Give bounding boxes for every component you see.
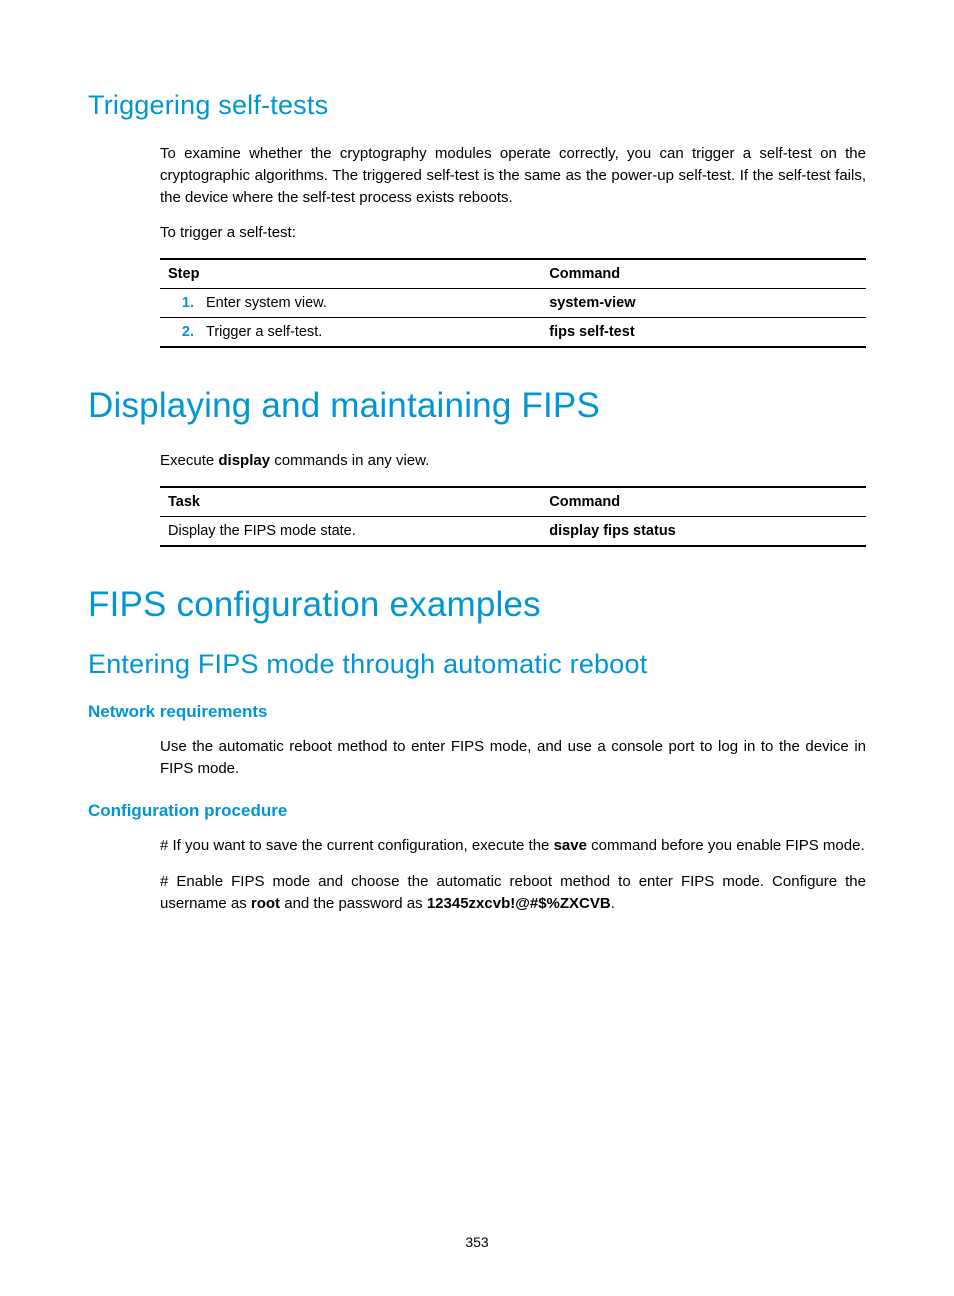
step-number: 1. [168, 295, 194, 311]
heading-network-requirements: Network requirements [88, 702, 866, 722]
table-display-fips: Task Command Display the FIPS mode state… [160, 486, 866, 547]
table-trigger-selftest: Step Command 1. Enter system view. system… [160, 258, 866, 348]
text-bold: 12345zxcvb!@#$%ZXCVB [427, 895, 611, 912]
text-fragment: # If you want to save the current config… [160, 837, 554, 854]
table-cell-command: display fips status [541, 516, 866, 546]
text-fragment: . [611, 895, 615, 912]
table-row: 1. Enter system view. system-view [160, 289, 866, 318]
table-header-task: Task [160, 487, 541, 517]
heading-entering-fips-auto-reboot: Entering FIPS mode through automatic reb… [88, 649, 866, 680]
heading-fips-config-examples: FIPS configuration examples [88, 585, 866, 625]
table-header-command: Command [541, 259, 866, 289]
paragraph: # If you want to save the current config… [160, 835, 866, 857]
text-fragment: Execute [160, 452, 218, 469]
paragraph: # Enable FIPS mode and choose the automa… [160, 871, 866, 915]
step-text: Trigger a self-test. [206, 324, 322, 340]
heading-triggering-self-tests: Triggering self-tests [88, 90, 866, 121]
paragraph: Use the automatic reboot method to enter… [160, 736, 866, 780]
table-header-row: Step Command [160, 259, 866, 289]
paragraph: To trigger a self-test: [160, 222, 866, 244]
text-bold: root [251, 895, 280, 912]
heading-displaying-maintaining-fips: Displaying and maintaining FIPS [88, 386, 866, 426]
heading-configuration-procedure: Configuration procedure [88, 801, 866, 821]
text-fragment: and the password as [280, 895, 427, 912]
step-text: Enter system view. [206, 295, 327, 311]
text-bold: save [554, 837, 587, 854]
text-fragment: command before you enable FIPS mode. [587, 837, 865, 854]
table-header-step: Step [160, 259, 541, 289]
table-row: 2. Trigger a self-test. fips self-test [160, 318, 866, 348]
table-cell-command: fips self-test [541, 318, 866, 348]
table-cell-step: 1. Enter system view. [160, 289, 541, 318]
table-cell-task: Display the FIPS mode state. [160, 516, 541, 546]
paragraph: Execute display commands in any view. [160, 450, 866, 472]
table-header-command: Command [541, 487, 866, 517]
page-number: 353 [0, 1234, 954, 1250]
step-number: 2. [168, 324, 194, 340]
table-header-row: Task Command [160, 487, 866, 517]
table-cell-command: system-view [541, 289, 866, 318]
text-bold: display [218, 452, 270, 469]
table-cell-step: 2. Trigger a self-test. [160, 318, 541, 348]
text-fragment: commands in any view. [270, 452, 429, 469]
table-row: Display the FIPS mode state. display fip… [160, 516, 866, 546]
paragraph: To examine whether the cryptography modu… [160, 143, 866, 208]
